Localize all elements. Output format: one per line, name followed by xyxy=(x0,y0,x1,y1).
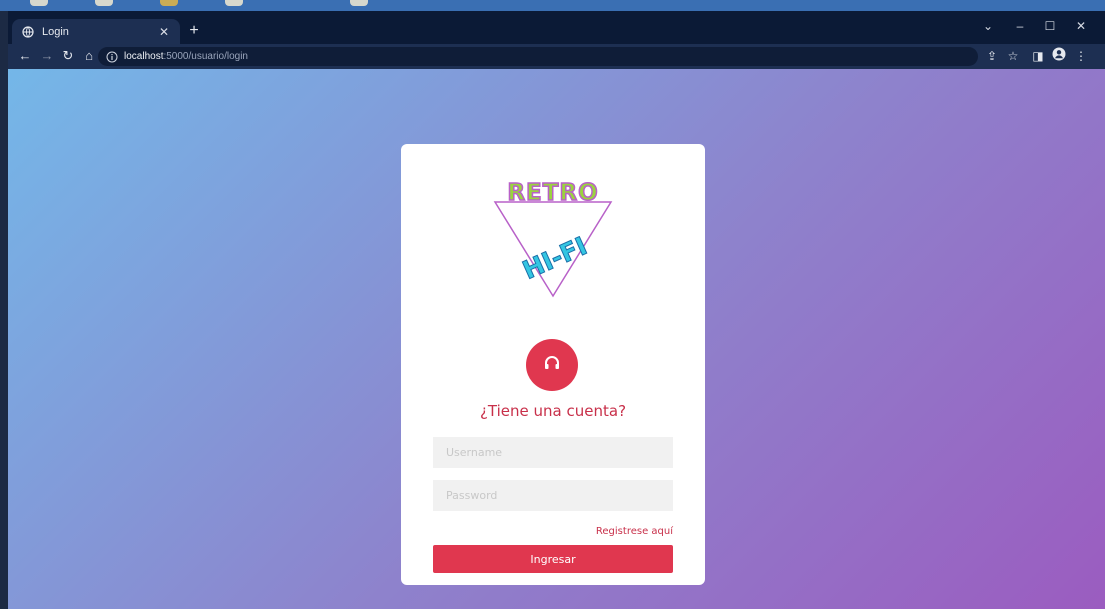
new-tab-button[interactable]: + xyxy=(186,23,202,39)
address-bar[interactable]: localhost :5000/usuario/login xyxy=(98,47,978,66)
side-panel-icon[interactable]: ◨ xyxy=(1029,47,1047,65)
desktop-strip xyxy=(0,0,1105,11)
username-input[interactable] xyxy=(433,437,673,468)
reload-icon[interactable]: ↻ xyxy=(59,47,77,65)
retro-hifi-logo: RETRO HI-FI xyxy=(489,174,617,302)
desktop-icon[interactable] xyxy=(350,0,368,6)
logo-line1: RETRO xyxy=(507,180,598,206)
bookmark-star-icon[interactable]: ☆ xyxy=(1004,47,1022,65)
forward-icon[interactable]: → xyxy=(38,47,56,65)
avatar xyxy=(526,339,578,391)
login-card: RETRO HI-FI ¿Tiene una cuenta? Registres… xyxy=(401,144,705,585)
tab-login[interactable]: Login ✕ xyxy=(12,19,180,44)
url-host: localhost xyxy=(124,51,164,62)
password-input[interactable] xyxy=(433,480,673,511)
headphones-icon xyxy=(543,354,561,377)
profile-icon[interactable] xyxy=(1050,47,1068,65)
menu-kebab-icon[interactable]: ⋮ xyxy=(1072,47,1090,65)
maximize-icon[interactable]: ☐ xyxy=(1039,17,1061,35)
register-link[interactable]: Registrese aquí xyxy=(596,526,673,537)
url-path: :5000/usuario/login xyxy=(163,51,248,62)
tab-search-chevron-icon[interactable]: ⌄ xyxy=(977,17,999,35)
site-info-icon[interactable] xyxy=(106,51,118,63)
desktop-icon[interactable] xyxy=(160,0,178,6)
desktop-icon[interactable] xyxy=(95,0,113,6)
home-icon[interactable]: ⌂ xyxy=(80,47,98,65)
page-title: ¿Tiene una cuenta? xyxy=(479,402,627,420)
desktop-icon[interactable] xyxy=(30,0,48,6)
logo-line2: HI-FI xyxy=(518,231,591,285)
close-window-icon[interactable]: ✕ xyxy=(1070,17,1092,35)
close-tab-icon[interactable]: ✕ xyxy=(156,25,172,39)
share-icon[interactable]: ⇪ xyxy=(983,47,1001,65)
browser-window: Login ✕ + ⌄ – ☐ ✕ ← → ↻ ⌂ localhost :500… xyxy=(8,11,1105,609)
minimize-icon[interactable]: – xyxy=(1009,17,1031,35)
desktop-icon[interactable] xyxy=(225,0,243,6)
globe-icon xyxy=(22,25,34,38)
page-viewport: RETRO HI-FI ¿Tiene una cuenta? Registres… xyxy=(8,69,1105,609)
browser-toolbar: ← → ↻ ⌂ localhost :5000/usuario/login ⇪ … xyxy=(8,44,1105,69)
tab-title: Login xyxy=(42,25,69,38)
back-icon[interactable]: ← xyxy=(16,47,34,65)
tab-bar: Login ✕ + ⌄ – ☐ ✕ xyxy=(8,11,1105,44)
login-button[interactable]: Ingresar xyxy=(433,545,673,573)
